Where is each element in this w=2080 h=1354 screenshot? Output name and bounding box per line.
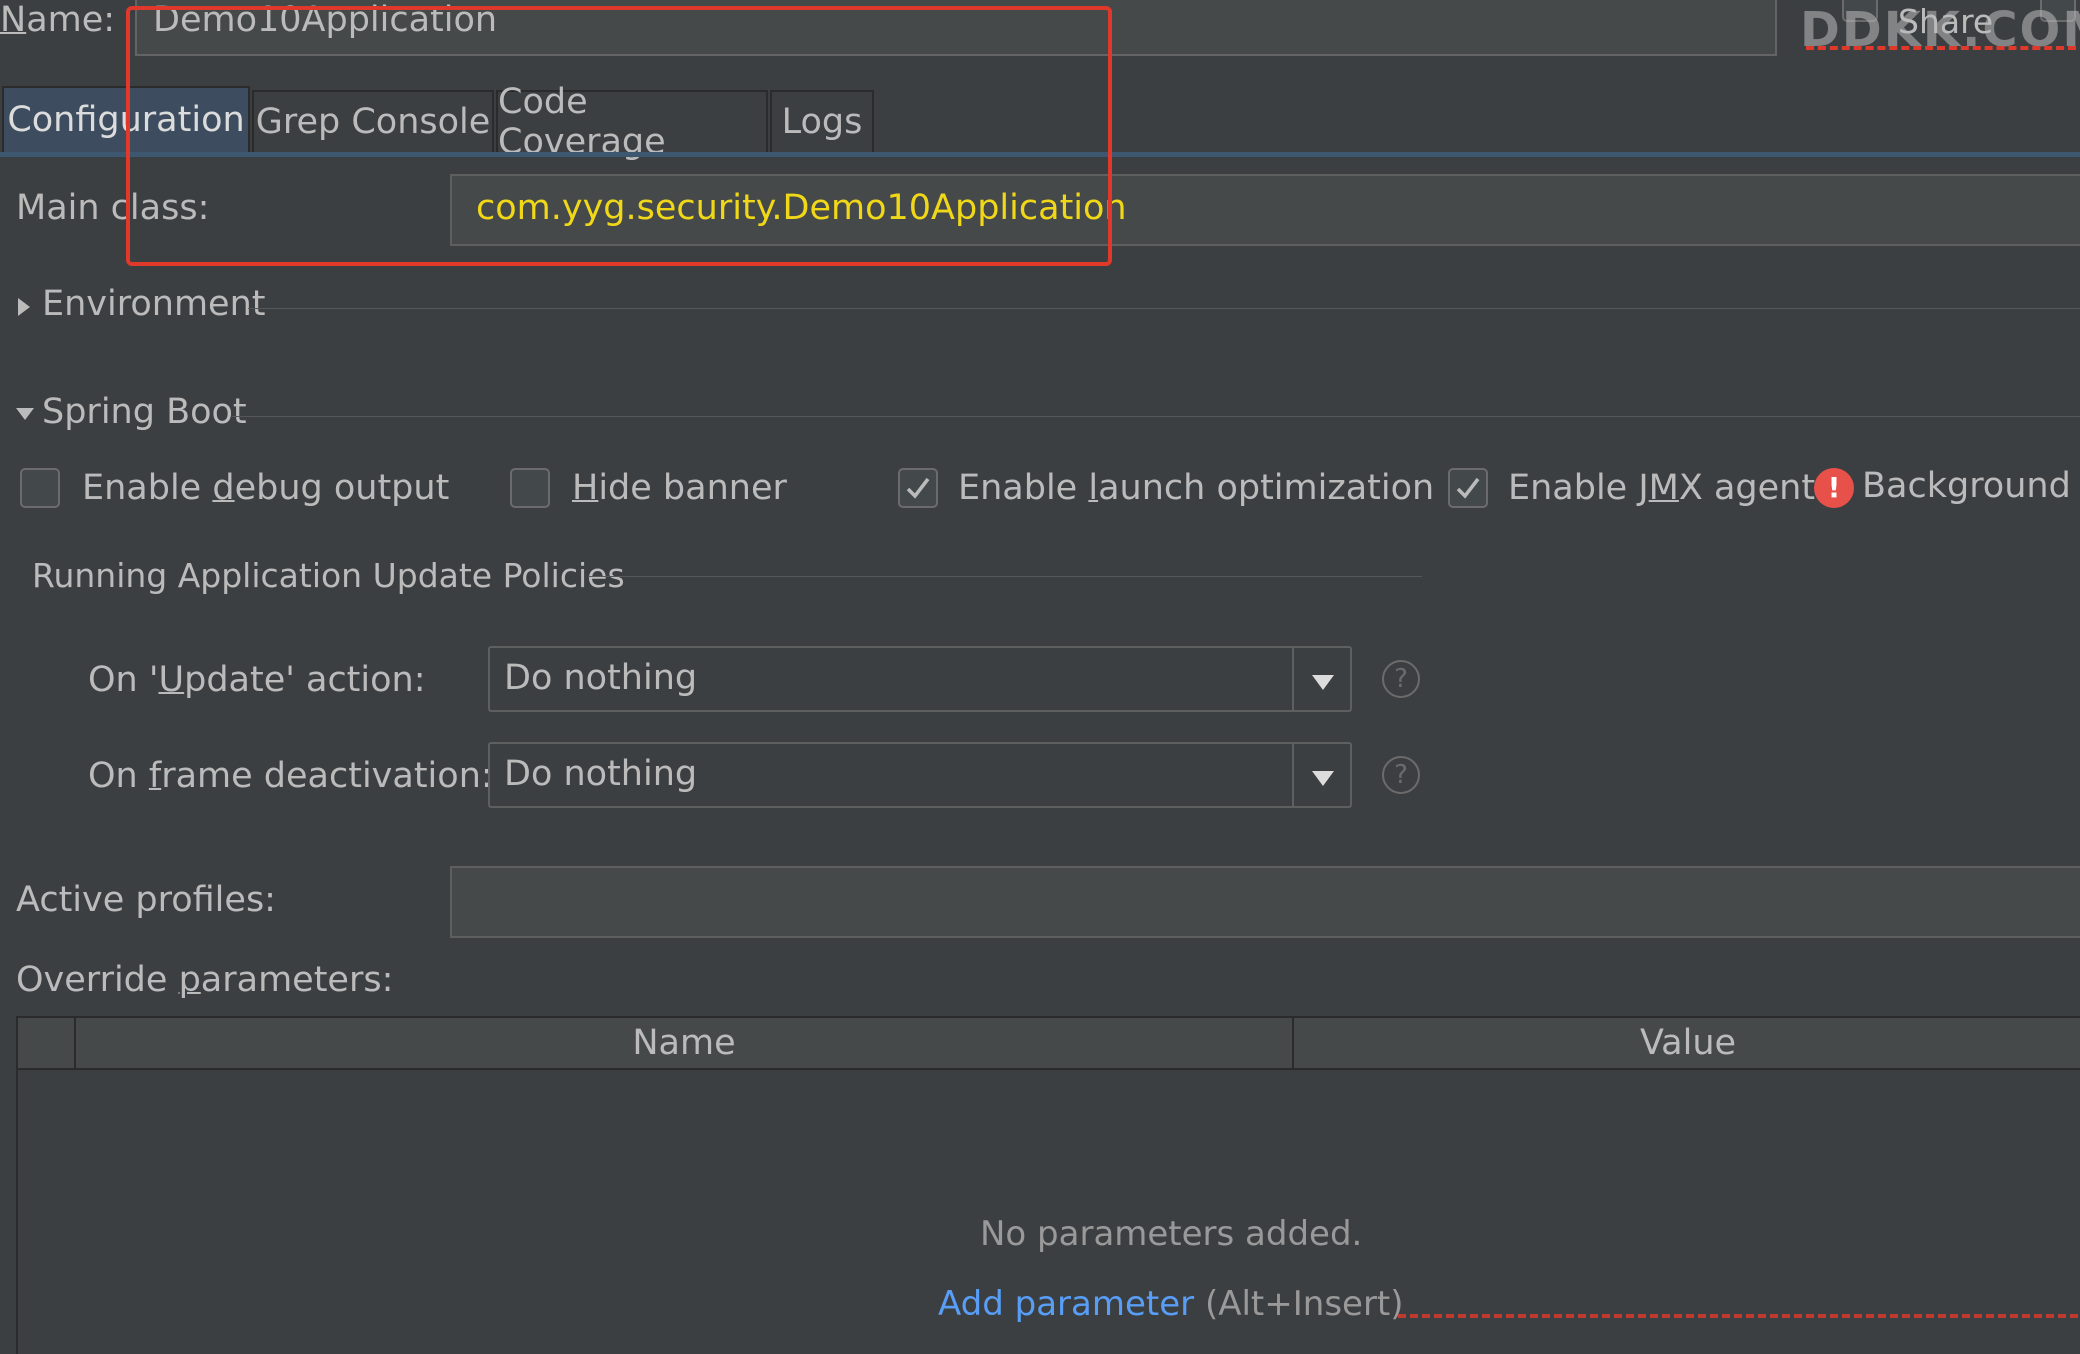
update-action-value: Do nothing: [504, 658, 698, 698]
update-action-help-icon[interactable]: ?: [1382, 660, 1420, 698]
update-action-dropdown-arrow[interactable]: [1292, 648, 1350, 710]
enable-debug-output-label: Enable debug output: [82, 468, 450, 508]
active-profiles-label: Active profiles:: [16, 880, 276, 920]
update-policies-title: Running Application Update Policies: [32, 556, 625, 595]
highlight-box: [126, 6, 1112, 266]
enable-launch-optimization-checkbox[interactable]: [898, 468, 938, 508]
environment-separator: [248, 308, 2080, 309]
decorative-red-dashes: [1398, 1314, 2078, 1318]
spring-boot-separator: [232, 416, 2080, 417]
enable-debug-output-checkbox[interactable]: [20, 468, 60, 508]
environment-label[interactable]: Environment: [42, 284, 265, 324]
empty-table-text: No parameters added.: [980, 1214, 1363, 1254]
update-action-label: On 'Update' action:: [88, 660, 426, 700]
header-value-label: Value: [1639, 1023, 1737, 1063]
override-parameters-label: Override parameters:: [16, 960, 394, 1000]
spring-boot-collapse-icon[interactable]: [16, 408, 34, 420]
checkmark-icon: [1456, 477, 1480, 499]
parameters-table[interactable]: Name Value No parameters added. Add para…: [16, 1016, 2080, 1354]
checkmark-icon: [906, 477, 930, 499]
active-profiles-field[interactable]: [450, 866, 2080, 938]
enable-jmx-agent-checkbox[interactable]: [1448, 468, 1488, 508]
hide-banner-label: Hide banner: [572, 468, 787, 508]
frame-deactivation-help-icon[interactable]: ?: [1382, 756, 1420, 794]
frame-deactivation-dropdown[interactable]: Do nothing: [488, 742, 1352, 808]
parameters-table-header: Name Value: [18, 1018, 2080, 1070]
header-name-column[interactable]: Name: [76, 1018, 1294, 1068]
header-name-label: Name: [632, 1023, 736, 1063]
header-value-column[interactable]: Value: [1294, 1018, 2080, 1068]
chevron-down-icon: [1312, 675, 1334, 690]
update-policies-separator: [588, 576, 1422, 577]
frame-deactivation-dropdown-arrow[interactable]: [1292, 744, 1350, 806]
error-icon: !: [1814, 468, 1854, 508]
name-label: Name:: [0, 0, 116, 40]
enable-jmx-agent-label: Enable JMX agent: [1508, 468, 1816, 508]
environment-expand-icon[interactable]: [18, 298, 30, 316]
add-parameter-shortcut: (Alt+Insert): [1204, 1284, 1404, 1324]
chevron-down-icon: [1312, 771, 1334, 786]
watermark-underline: [1806, 46, 2076, 50]
background-compilation-label: Background c: [1862, 466, 2080, 506]
frame-deactivation-value: Do nothing: [504, 754, 698, 794]
frame-deactivation-label: On frame deactivation:: [88, 756, 493, 796]
header-row-selector-cell: [18, 1018, 76, 1068]
hide-banner-checkbox[interactable]: [510, 468, 550, 508]
add-parameter-link[interactable]: Add parameter: [938, 1284, 1194, 1324]
add-parameter-row: Add parameter (Alt+Insert): [938, 1284, 1404, 1324]
enable-launch-optimization-label: Enable launch optimization: [958, 468, 1435, 508]
update-action-dropdown[interactable]: Do nothing: [488, 646, 1352, 712]
spring-boot-label[interactable]: Spring Boot: [42, 392, 247, 432]
